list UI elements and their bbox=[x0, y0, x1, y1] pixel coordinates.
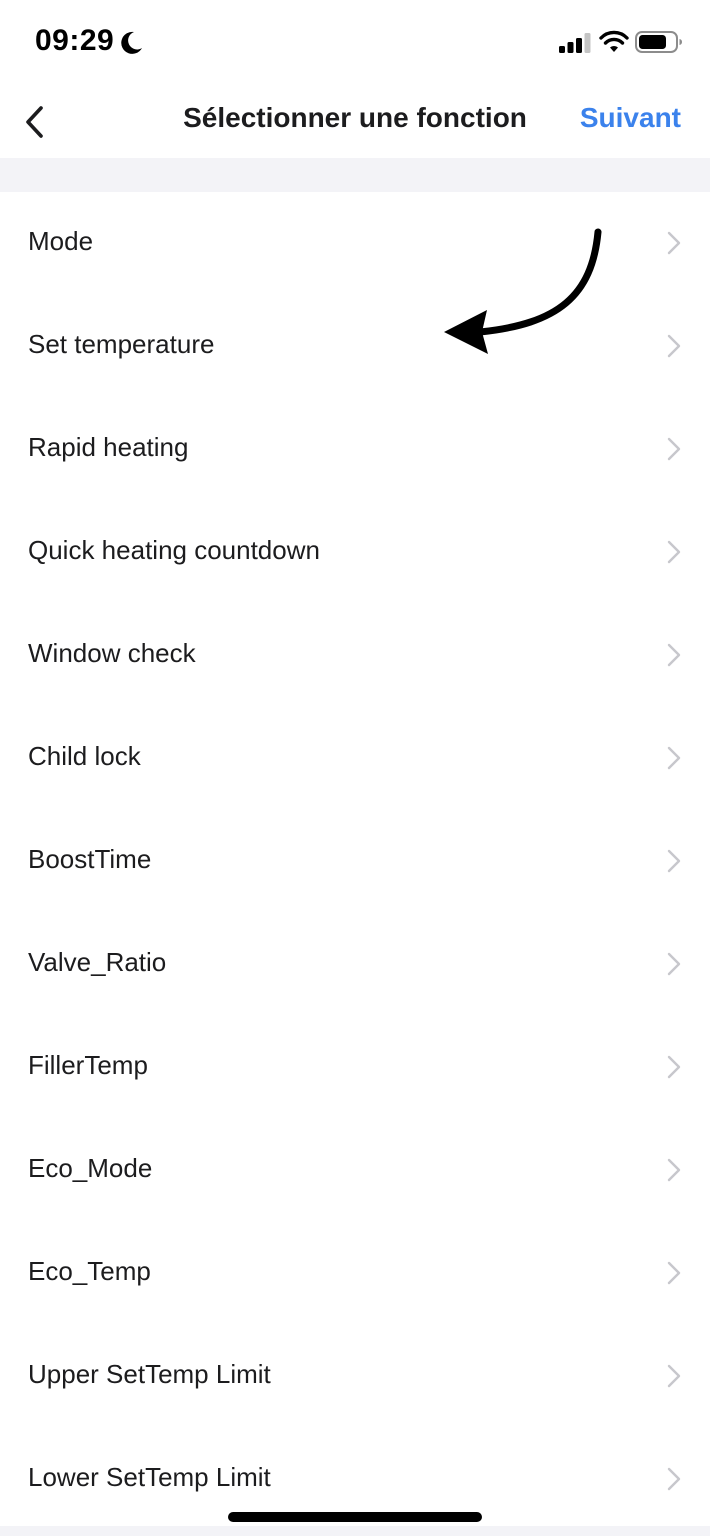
status-time: 09:29 bbox=[35, 24, 115, 57]
list-item-label: Set temperature bbox=[28, 329, 215, 359]
moon-icon bbox=[121, 31, 142, 54]
battery-icon bbox=[635, 31, 682, 53]
chevron-right-icon bbox=[667, 746, 681, 770]
annotation-arrow-icon bbox=[444, 228, 602, 354]
list-item-eco-mode[interactable]: Eco_Mode bbox=[0, 1119, 710, 1222]
list-item-label: Eco_Mode bbox=[28, 1153, 153, 1183]
list-item-boosttime[interactable]: BoostTime bbox=[0, 810, 710, 913]
function-list: Mode Set temperature Rapid heating Quick… bbox=[0, 192, 710, 1531]
list-item-child-lock[interactable]: Child lock bbox=[0, 707, 710, 810]
list-item-label: BoostTime bbox=[28, 844, 152, 874]
chevron-right-icon bbox=[667, 1364, 681, 1388]
chevron-right-icon bbox=[667, 1467, 681, 1491]
bottom-band bbox=[0, 1526, 710, 1536]
list-item-window-check[interactable]: Window check bbox=[0, 604, 710, 707]
section-separator bbox=[0, 158, 710, 192]
chevron-right-icon bbox=[667, 643, 681, 667]
chevron-right-icon bbox=[667, 540, 681, 564]
chevron-right-icon bbox=[667, 1055, 681, 1079]
status-bar: 09:29 bbox=[0, 0, 710, 86]
list-item-valve-ratio[interactable]: Valve_Ratio bbox=[0, 913, 710, 1016]
list-item-eco-temp[interactable]: Eco_Temp bbox=[0, 1222, 710, 1325]
list-item-label: Quick heating countdown bbox=[28, 535, 320, 565]
list-item-fillertemp[interactable]: FillerTemp bbox=[0, 1016, 710, 1119]
list-item-quick-heating-countdown[interactable]: Quick heating countdown bbox=[0, 501, 710, 604]
list-item-label: Child lock bbox=[28, 741, 141, 771]
list-item-label: Valve_Ratio bbox=[28, 947, 167, 977]
chevron-right-icon bbox=[667, 437, 681, 461]
next-button[interactable]: Suivant bbox=[580, 102, 681, 134]
list-item-label: Upper SetTemp Limit bbox=[28, 1359, 271, 1389]
nav-bar: Sélectionner une fonction Suivant bbox=[0, 86, 710, 158]
list-item-upper-settemp-limit[interactable]: Upper SetTemp Limit bbox=[0, 1325, 710, 1428]
list-item-rapid-heating[interactable]: Rapid heating bbox=[0, 398, 710, 501]
list-item-label: Eco_Temp bbox=[28, 1256, 151, 1286]
chevron-right-icon bbox=[667, 849, 681, 873]
chevron-right-icon bbox=[667, 1261, 681, 1285]
list-item-label: Rapid heating bbox=[28, 432, 189, 462]
home-indicator bbox=[228, 1512, 482, 1522]
chevron-right-icon bbox=[667, 334, 681, 358]
chevron-right-icon bbox=[667, 231, 681, 255]
list-item-label: Window check bbox=[28, 638, 196, 668]
list-item-label: FillerTemp bbox=[28, 1050, 148, 1080]
signal-icon bbox=[559, 33, 591, 53]
chevron-right-icon bbox=[667, 1158, 681, 1182]
wifi-icon bbox=[599, 30, 629, 52]
list-item-label: Lower SetTemp Limit bbox=[28, 1462, 271, 1492]
chevron-right-icon bbox=[667, 952, 681, 976]
list-item-label: Mode bbox=[28, 226, 94, 256]
